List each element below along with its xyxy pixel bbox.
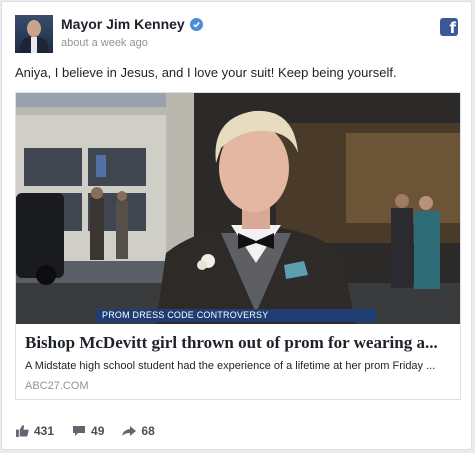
engagement-stats: 431 49 68 — [16, 424, 173, 438]
shares-value: 68 — [141, 424, 155, 438]
post-text: Aniya, I believe in Jesus, and I love yo… — [15, 65, 397, 80]
avatar[interactable] — [15, 15, 53, 53]
share-arrow-icon — [122, 425, 137, 436]
link-domain: ABC27.COM — [25, 380, 89, 392]
link-title[interactable]: Bishop McDevitt girl thrown out of prom … — [25, 333, 455, 353]
post-header: Mayor Jim Kenney — [61, 16, 203, 32]
likes-value: 431 — [34, 424, 55, 438]
comments-count[interactable]: 49 — [72, 424, 104, 438]
shares-count[interactable]: 68 — [122, 424, 155, 438]
likes-count[interactable]: 431 — [16, 424, 54, 438]
link-preview-image[interactable]: PROM DRESS CODE CONTROVERSY — [16, 93, 460, 324]
news-chyron: PROM DRESS CODE CONTROVERSY — [96, 309, 376, 322]
preview-scene — [16, 93, 460, 324]
post-card: Mayor Jim Kenney about a week ago f Aniy… — [1, 1, 472, 450]
verified-badge-icon — [189, 17, 203, 31]
link-preview-card[interactable]: PROM DRESS CODE CONTROVERSY Bishop McDev… — [15, 92, 461, 400]
comment-icon — [73, 426, 86, 436]
author-name[interactable]: Mayor Jim Kenney — [61, 16, 185, 32]
facebook-logo-icon[interactable]: f — [440, 18, 458, 36]
link-description: A Midstate high school student had the e… — [25, 360, 436, 372]
thumbs-up-icon — [16, 425, 29, 437]
post-timestamp[interactable]: about a week ago — [61, 37, 148, 49]
comments-value: 49 — [91, 424, 105, 438]
